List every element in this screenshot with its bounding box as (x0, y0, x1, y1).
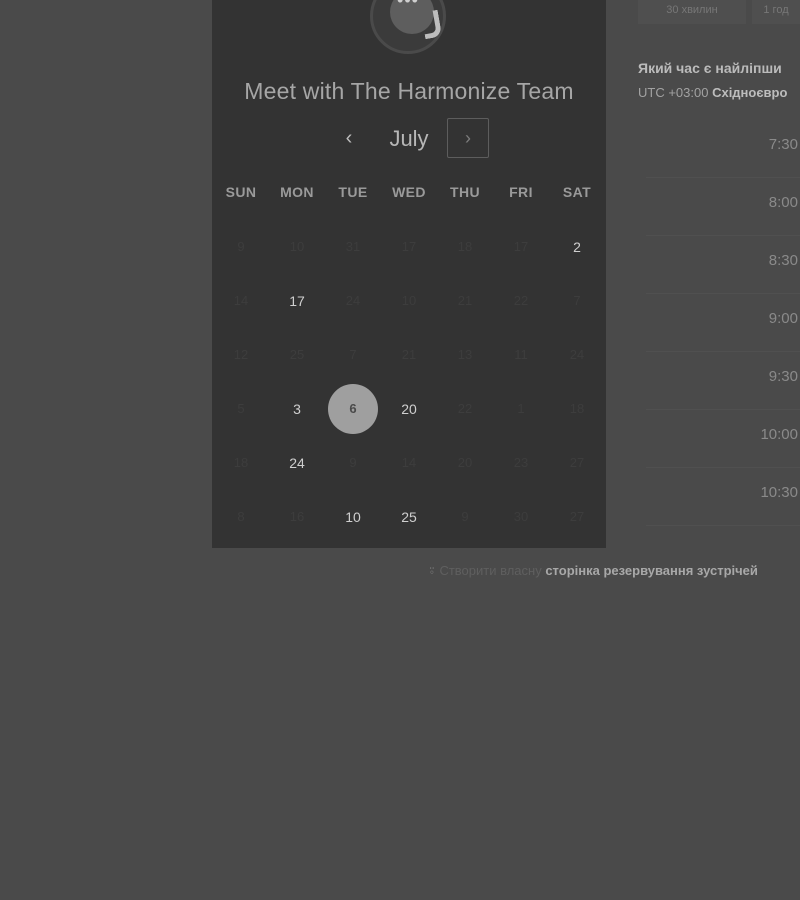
create-booking-page-link[interactable]: ⍤ Створити власну сторінка резервування … (428, 563, 800, 579)
calendar-day: 11 (514, 347, 528, 362)
timezone-offset: UTC +03:00 (638, 85, 709, 100)
calendar-day[interactable]: 17 (269, 274, 325, 328)
calendar-day: 14 (401, 455, 417, 470)
calendar-day: 9 (349, 455, 357, 470)
calendar-day[interactable]: 10 (325, 490, 381, 544)
weekday-header-row: SUN MON TUE WED THU FRI SAT (213, 184, 605, 204)
time-slot[interactable]: 9:30 (646, 352, 800, 410)
calendar-day: 7 (573, 293, 581, 308)
weekday-sun: SUN (225, 184, 257, 200)
calendar-day: 8 (237, 509, 245, 524)
calendar-day: 5 (237, 401, 245, 416)
calendar-day: 21 (457, 293, 473, 308)
meeting-title: Meet with The Harmonize Team (244, 78, 574, 104)
next-month-button[interactable]: › (447, 118, 489, 158)
calendar-day: 18 (233, 455, 249, 470)
time-slot[interactable]: 10:00 (646, 410, 800, 468)
selected-day-number: 6 (328, 384, 378, 434)
timezone-selector[interactable]: UTC +03:00 Східноєвро (638, 85, 787, 100)
calendar-day: 9 (237, 239, 245, 254)
calendar-day: 7 (349, 347, 357, 362)
time-slot-label: 7:30 (768, 136, 798, 153)
calendar-day: 20 (457, 455, 473, 470)
weekday-mon: MON (280, 184, 314, 200)
calendar-day: 25 (289, 347, 305, 362)
logo-tail-icon (420, 9, 443, 40)
calendar-day: 21 (401, 347, 417, 362)
month-label: July (389, 126, 429, 151)
calendar-day: 12 (233, 347, 249, 362)
calendar-day: 10 (401, 293, 417, 308)
hubspot-sprocket-icon: ⍤ (428, 563, 436, 578)
time-slot[interactable]: 9:00 (646, 294, 800, 352)
calendar-day[interactable]: 24 (269, 436, 325, 490)
timezone-name: Східноєвро (712, 85, 788, 100)
time-slot[interactable]: 8:30 (646, 236, 800, 294)
calendar-day: 24 (569, 347, 585, 362)
calendar-day: 18 (457, 239, 473, 254)
calendar-day: 17 (513, 239, 529, 254)
calendar-day[interactable]: 20 (381, 382, 437, 436)
calendar-day: 14 (233, 293, 249, 308)
calendar-day: 17 (401, 239, 417, 254)
calendar-day: 27 (569, 455, 585, 470)
weekday-tue: TUE (338, 184, 368, 200)
calendar-day: 31 (345, 239, 361, 254)
weekday-sat: SAT (562, 184, 592, 200)
calendar-day-selected[interactable]: 6 (325, 382, 381, 436)
calendar-day: 10 (289, 239, 305, 254)
calendar-day[interactable]: 3 (269, 382, 325, 436)
calendar-day: 18 (569, 401, 585, 416)
calendar-day: 9 (461, 509, 469, 524)
duration-tab-30[interactable]: 30 хвилин (638, 0, 746, 24)
weekday-thu: THU (450, 184, 480, 200)
time-slot[interactable]: 8:00 (646, 178, 800, 236)
calendar-day: 27 (569, 509, 585, 524)
time-slot-label: 10:30 (760, 484, 798, 501)
calendar-day: 13 (457, 347, 473, 362)
calendar-day: 30 (513, 509, 529, 524)
chat-dots-icon: ••• (397, 0, 419, 10)
calendar-day: 23 (513, 455, 529, 470)
calendar-day: 24 (345, 293, 361, 308)
previous-month-button[interactable]: ‹ (336, 124, 362, 152)
footer-link-text[interactable]: сторінка резервування зустрічей (545, 563, 758, 578)
duration-tab-60[interactable]: 1 год (752, 0, 800, 24)
calendar-day: 1 (517, 401, 525, 416)
weekday-wed: WED (392, 184, 426, 200)
time-slot[interactable]: 7:30 (646, 120, 800, 178)
calendar-day[interactable]: 25 (381, 490, 437, 544)
time-slot-label: 9:00 (768, 310, 798, 327)
calendar-day: 22 (513, 293, 529, 308)
time-slot-label: 8:00 (768, 194, 798, 211)
time-question-heading: Який час є найліпши (638, 60, 782, 76)
time-slot-label: 10:00 (760, 426, 798, 443)
calendar-day[interactable]: 2 (549, 220, 605, 274)
calendar-day: 22 (457, 401, 473, 416)
weekday-fri: FRI (509, 184, 533, 200)
time-slot-label: 8:30 (768, 252, 798, 269)
time-slot-label: 9:30 (768, 368, 798, 385)
calendar-day: 16 (289, 509, 305, 524)
calendar-grid: 9 10 31 17 18 17 2 14 17 24 10 21 22 7 12 25 7 21 13 11 24 5 3… (213, 220, 605, 544)
time-slot[interactable]: 10:30 (646, 468, 800, 526)
footer-prefix: Створити власну (439, 563, 542, 578)
